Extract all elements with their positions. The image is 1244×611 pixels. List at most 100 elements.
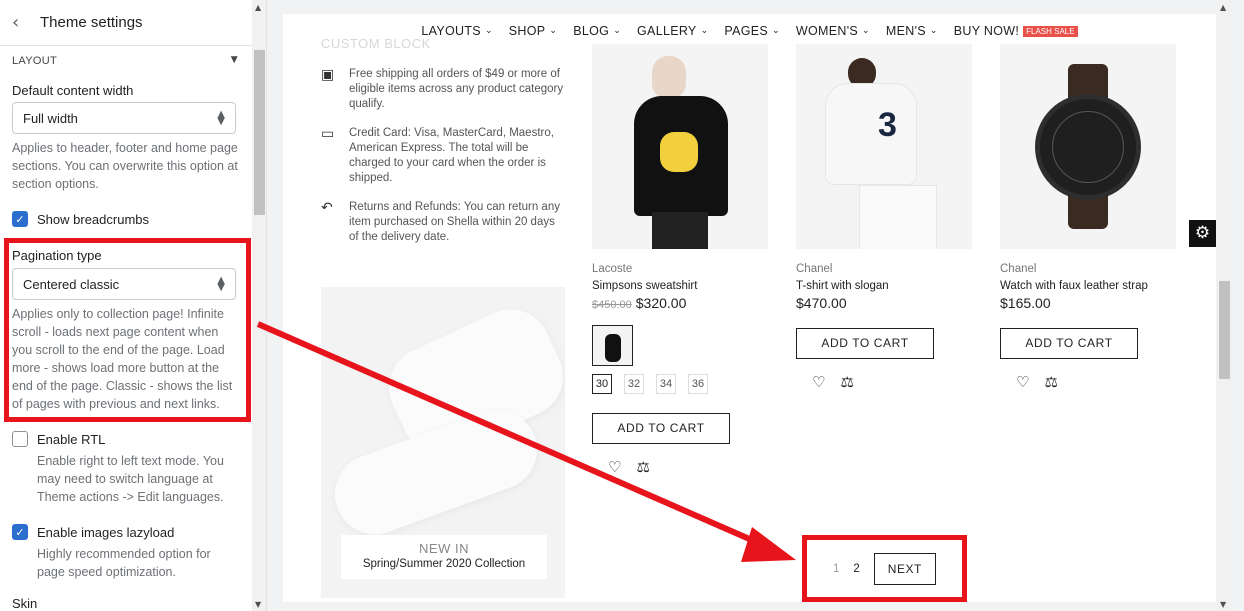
credit-card-icon: ▭: [321, 126, 335, 142]
skin-section-label: Skin: [12, 596, 38, 611]
scroll-up-icon[interactable]: ▲: [1220, 3, 1226, 12]
preview-scroll-thumb[interactable]: [1219, 281, 1230, 379]
product-image[interactable]: [592, 44, 768, 249]
sidebar-scroll-thumb[interactable]: [254, 50, 265, 215]
product-name[interactable]: Simpsons sweatshirt: [592, 280, 768, 292]
enable-rtl-help: Enable right to left text mode. You may …: [37, 454, 224, 504]
product-brand: Chanel: [796, 263, 833, 275]
nav-item-gallery[interactable]: GALLERY ⌄: [637, 24, 708, 38]
caret-down-icon: ▼: [230, 55, 238, 65]
compare-scale-icon[interactable]: ⚖: [1044, 373, 1057, 391]
simpsons-print: [660, 132, 698, 172]
size-option[interactable]: 32: [624, 374, 644, 394]
checkbox-empty-icon: [12, 431, 28, 447]
back-arrow-icon[interactable]: ‹: [12, 12, 36, 33]
flash-sale-badge: FLASH SALE: [1023, 25, 1078, 37]
sidebar-header: ‹ Theme settings: [0, 0, 266, 46]
gear-settings-icon[interactable]: ⚙: [1189, 220, 1216, 247]
promo-title: NEW IN: [419, 541, 469, 556]
wishlist-heart-icon[interactable]: ♡: [608, 458, 621, 476]
scroll-down-icon[interactable]: ▼: [1220, 600, 1226, 609]
product-actions: ♡ ⚖: [1016, 373, 1176, 391]
compare-scale-icon[interactable]: ⚖: [840, 373, 853, 391]
nav-label: MEN'S: [885, 24, 926, 38]
info-text: Returns and Refunds: You can return any …: [349, 201, 560, 243]
white-tshirt: [826, 84, 916, 184]
select-chevron-icon: ▲ ▼: [217, 109, 225, 127]
product-image[interactable]: [1000, 44, 1176, 249]
nav-item-pages[interactable]: PAGES ⌄: [724, 24, 780, 38]
size-option[interactable]: 36: [688, 374, 708, 394]
enable-lazyload-help: Highly recommended option for page speed…: [37, 547, 211, 579]
nav-label: SHOP: [508, 24, 546, 38]
promo-caption: NEW IN Spring/Summer 2020 Collection: [341, 535, 547, 579]
white-block: [860, 186, 936, 249]
product-card-watch: Chanel Watch with faux leather strap $16…: [1000, 44, 1176, 391]
preview-scrollbar[interactable]: ▲ ▼: [1216, 0, 1232, 611]
nav-item-shop[interactable]: SHOP ⌄: [509, 24, 557, 38]
nav-item-buy-now[interactable]: BUY NOW! FLASH SALE: [954, 24, 1078, 38]
add-to-cart-button[interactable]: ADD TO CART: [1000, 328, 1138, 359]
nav-item-layouts[interactable]: LAYOUTS ⌄: [421, 24, 492, 38]
info-text: Free shipping all orders of $49 or more …: [349, 68, 564, 110]
store-preview: LAYOUTS ⌄ SHOP ⌄ BLOG ⌄ GALLERY ⌄ PAGES ⌄ WOM…: [283, 14, 1216, 602]
content-width-select[interactable]: Full width ▲ ▼: [12, 102, 236, 134]
product-brand: Lacoste: [592, 263, 633, 275]
add-to-cart-button[interactable]: ADD TO CART: [592, 413, 730, 444]
size-option[interactable]: 34: [656, 374, 676, 394]
size-options: 30 32 34 36: [592, 374, 768, 394]
scroll-up-icon[interactable]: ▲: [255, 3, 261, 12]
return-icon: ↶: [321, 200, 333, 216]
enable-lazyload-checkbox[interactable]: ✓ Enable images lazyload: [12, 524, 174, 540]
nav-item-blog[interactable]: BLOG ⌄: [573, 24, 621, 38]
old-price: $450.00: [592, 299, 632, 311]
product-name[interactable]: Watch with faux leather strap: [1000, 280, 1176, 292]
product-price: $165.00: [1000, 295, 1051, 311]
info-item-returns: ↶ Returns and Refunds: You can return an…: [321, 200, 571, 245]
chevron-down-icon: ⌄: [772, 26, 780, 36]
swatch-thumb: [605, 334, 621, 362]
nav-label: PAGES: [724, 24, 769, 38]
size-option[interactable]: 30: [592, 374, 612, 394]
promo-banner[interactable]: NEW IN Spring/Summer 2020 Collection: [321, 287, 565, 598]
current-price: $320.00: [635, 295, 687, 311]
sidebar-scrollbar[interactable]: ▲ ▼: [252, 0, 266, 611]
nav-item-mens[interactable]: MEN'S ⌄: [886, 24, 938, 38]
nav-label: BUY NOW!: [953, 24, 1020, 38]
info-item-payment: ▭ Credit Card: Visa, MasterCard, Maestro…: [321, 126, 571, 186]
scroll-down-icon[interactable]: ▼: [255, 600, 261, 609]
chevron-down-icon: ⌄: [862, 26, 870, 36]
nav-label: WOMEN'S: [795, 24, 859, 38]
chevron-down-icon: ⌄: [929, 26, 938, 36]
product-price: $470.00: [796, 295, 847, 311]
compare-scale-icon[interactable]: ⚖: [636, 458, 649, 476]
package-icon: ▣: [321, 67, 335, 83]
custom-block-title: CUSTOM BLOCK: [321, 36, 431, 51]
content-width-help: Applies to header, footer and home page …: [12, 141, 238, 191]
nav-item-womens[interactable]: WOMEN'S ⌄: [796, 24, 870, 38]
wishlist-heart-icon[interactable]: ♡: [1016, 373, 1029, 391]
dark-pants: [652, 212, 708, 249]
sidebar-title: Theme settings: [40, 14, 143, 31]
enable-rtl-checkbox[interactable]: Enable RTL: [12, 431, 105, 447]
promo-subtitle: Spring/Summer 2020 Collection: [362, 558, 526, 570]
product-name[interactable]: T-shirt with slogan: [796, 280, 972, 292]
info-text: Credit Card: Visa, MasterCard, Maestro, …: [349, 127, 554, 184]
chevron-down-icon: ⌄: [613, 26, 622, 36]
color-swatch[interactable]: [592, 325, 633, 366]
section-layout-toggle[interactable]: LAYOUT ▼: [12, 55, 238, 67]
section-layout-label: LAYOUT: [12, 55, 57, 67]
content-width-value: Full width: [23, 110, 78, 126]
add-to-cart-button[interactable]: ADD TO CART: [796, 328, 934, 359]
shirt-number-graphic: 3: [878, 106, 897, 144]
info-item-shipping: ▣ Free shipping all orders of $49 or mor…: [321, 67, 571, 112]
checkmark-icon: ✓: [12, 524, 28, 540]
content-width-label: Default content width: [12, 83, 134, 98]
product-brand: Chanel: [1000, 263, 1037, 275]
show-breadcrumbs-label: Show breadcrumbs: [37, 211, 149, 227]
show-breadcrumbs-checkbox[interactable]: ✓ Show breadcrumbs: [12, 211, 149, 227]
model-head: [652, 56, 686, 98]
product-image[interactable]: 3: [796, 44, 972, 249]
highlight-box-pagination-setting: [4, 238, 251, 422]
wishlist-heart-icon[interactable]: ♡: [812, 373, 825, 391]
